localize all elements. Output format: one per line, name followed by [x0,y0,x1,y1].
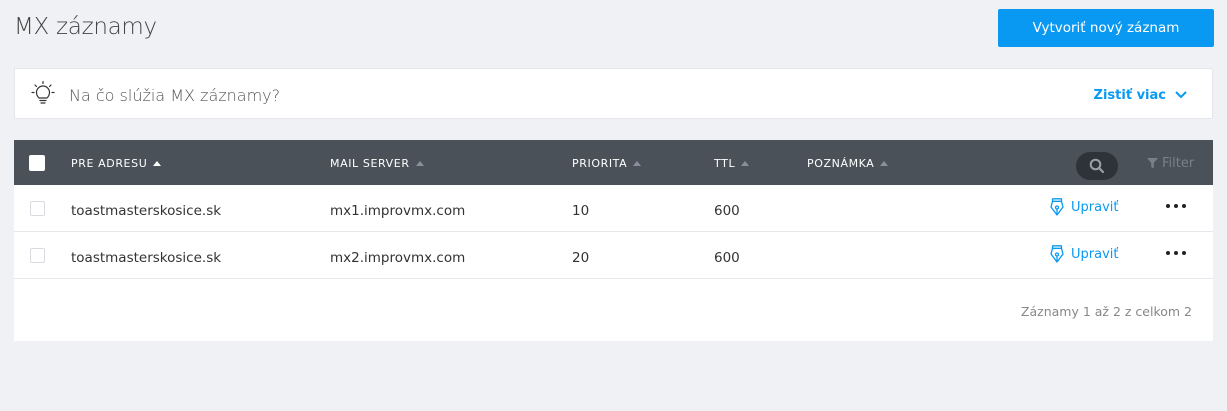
edit-button[interactable]: Upraviť [1050,245,1118,263]
filter-label: Filter [1162,156,1195,171]
sort-icon [633,161,642,166]
sort-ascending-icon [153,161,162,166]
sort-icon [415,161,424,166]
edit-button[interactable]: Upraviť [1050,198,1118,216]
select-all-checkbox[interactable] [29,155,45,171]
table-row: toastmasterskosice.sk mx2.improvmx.com 2… [14,232,1213,279]
funnel-icon [1147,158,1158,169]
cell-mail-server: mx2.improvmx.com [330,250,466,266]
info-panel: Na čo slúžia MX záznamy? Zistiť viac [14,68,1213,119]
mx-records-table: PRE ADRESU MAIL SERVER PRIORITA TTL POZN… [14,140,1213,341]
cell-ttl: 600 [714,250,740,266]
filter-button[interactable]: Filter [1147,156,1194,171]
column-label: PRIORITA [572,157,628,170]
column-label: POZNÁMKA [807,157,875,170]
pen-nib-icon [1050,198,1064,216]
cell-priority: 10 [572,203,590,219]
info-question: Na čo slúžia MX záznamy? [69,86,281,105]
lightbulb-icon [31,81,55,104]
create-record-button[interactable]: Vytvoriť nový záznam [998,9,1214,47]
edit-label: Upraviť [1071,246,1119,262]
records-summary: Záznamy 1 až 2 z celkom 2 [1020,304,1192,319]
cell-priority: 20 [572,250,590,266]
column-header-poznamka[interactable]: POZNÁMKA [807,157,889,170]
search-button[interactable] [1076,152,1118,180]
column-header-pre-adresu[interactable]: PRE ADRESU [71,157,162,170]
column-header-ttl[interactable]: TTL [714,157,750,170]
row-checkbox[interactable] [30,248,45,263]
search-icon [1089,158,1105,174]
pen-nib-icon [1050,245,1064,263]
cell-address: toastmasterskosice.sk [71,203,222,219]
column-label: MAIL SERVER [330,157,410,170]
sort-icon [880,161,889,166]
column-label: TTL [714,157,736,170]
row-checkbox[interactable] [30,201,45,216]
page-title: MX záznamy [14,14,157,40]
cell-ttl: 600 [714,203,740,219]
chevron-down-icon[interactable] [1174,89,1188,101]
table-header: PRE ADRESU MAIL SERVER PRIORITA TTL POZN… [14,140,1213,185]
sort-icon [741,161,750,166]
learn-more-link[interactable]: Zistiť viac [1094,88,1166,103]
edit-label: Upraviť [1071,199,1119,215]
more-actions-icon[interactable] [1166,246,1186,260]
column-header-mail-server[interactable]: MAIL SERVER [330,157,424,170]
column-label: PRE ADRESU [71,157,148,170]
cell-mail-server: mx1.improvmx.com [330,203,466,219]
column-header-priorita[interactable]: PRIORITA [572,157,642,170]
more-actions-icon[interactable] [1166,199,1186,213]
table-row: toastmasterskosice.sk mx1.improvmx.com 1… [14,185,1213,232]
cell-address: toastmasterskosice.sk [71,250,222,266]
